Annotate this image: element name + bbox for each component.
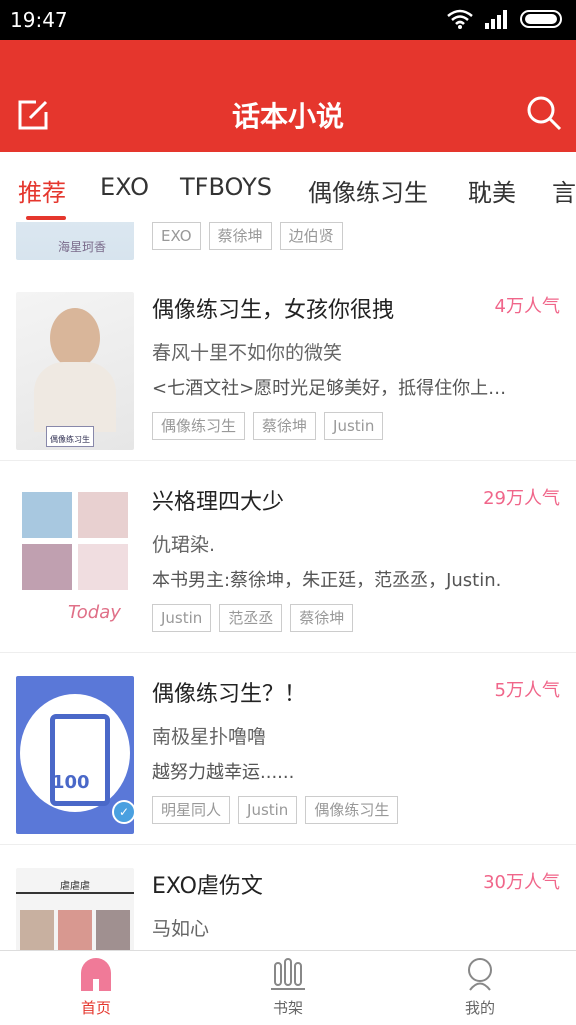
story-cover: 偶像练习生 xyxy=(16,292,134,450)
wifi-icon xyxy=(447,9,473,29)
story-cover: Today xyxy=(16,484,134,642)
status-icons xyxy=(446,8,566,30)
cover-text: 偶像练习生 xyxy=(50,435,90,444)
story-tag[interactable]: Justin xyxy=(238,796,298,824)
story-description: <七酒文社>愿时光足够美好，抵得住你上… xyxy=(152,378,507,399)
story-author: 仇珺染. xyxy=(152,534,216,556)
story-title: 偶像练习生？！ xyxy=(152,682,307,707)
tab-yan[interactable]: 言 xyxy=(552,173,576,208)
active-tab-indicator xyxy=(26,216,66,220)
nav-profile-label: 我的 xyxy=(464,999,495,1017)
story-card[interactable]: 偶像练习生 偶像练习生，女孩你很拽 4万人气 春风十里不如你的微笑 <七酒文社>… xyxy=(0,270,576,461)
story-tag[interactable]: EXO xyxy=(152,222,201,250)
story-popularity: 5万人气 xyxy=(494,680,560,701)
category-tabs: 推荐 EXO TFBOYS 偶像练习生 耽美 言 xyxy=(0,152,576,223)
story-title: EXO虐伤文 xyxy=(152,874,263,899)
nav-home-label: 首页 xyxy=(80,999,111,1017)
story-tag[interactable]: 偶像练习生 xyxy=(152,412,246,440)
story-card-partial[interactable]: 海星珂香 EXO 蔡徐坤 边伯贤 xyxy=(0,222,576,271)
cover-text: 100 xyxy=(52,772,90,793)
nav-home[interactable]: 首页 xyxy=(36,957,156,1018)
story-popularity: 30万人气 xyxy=(483,872,560,893)
story-popularity: 29万人气 xyxy=(483,488,560,509)
bottom-nav: 首页 书架 我的 xyxy=(0,950,576,1025)
nav-profile[interactable]: 我的 xyxy=(420,957,540,1018)
story-cover: 海星珂香 xyxy=(16,222,134,260)
story-description: 越努力越幸运...... xyxy=(152,762,295,783)
home-icon xyxy=(81,958,111,991)
story-tag[interactable]: 蔡徐坤 xyxy=(290,604,354,632)
story-tag[interactable]: 偶像练习生 xyxy=(305,796,399,824)
story-card[interactable]: Today 兴格理四大少 29万人气 仇珺染. 本书男主:蔡徐坤，朱正廷，范丞丞… xyxy=(0,462,576,653)
nav-bookshelf-label: 书架 xyxy=(272,999,303,1017)
story-cover: 虐虐虐 xyxy=(16,868,134,950)
tab-exo[interactable]: EXO xyxy=(100,173,149,201)
story-card[interactable]: 100 ✓ 偶像练习生？！ 5万人气 南极星扑噜噜 越努力越幸运...... 明… xyxy=(0,654,576,845)
verified-badge: ✓ xyxy=(112,800,134,824)
cover-text: Today xyxy=(68,602,121,623)
status-bar: 19:47 xyxy=(0,0,576,40)
tab-tfboys[interactable]: TFBOYS xyxy=(180,173,272,201)
story-popularity: 4万人气 xyxy=(494,296,560,317)
app-title: 话本小说 xyxy=(231,100,344,133)
status-time: 19:47 xyxy=(10,8,68,32)
story-cover: 100 ✓ xyxy=(16,676,134,834)
signal-icon xyxy=(485,10,507,29)
story-tag[interactable]: 明星同人 xyxy=(152,796,231,824)
story-tag[interactable]: 蔡徐坤 xyxy=(253,412,317,440)
battery-icon xyxy=(520,10,562,28)
story-author: 南极星扑噜噜 xyxy=(152,726,267,748)
bookshelf-icon xyxy=(271,958,305,990)
story-tag[interactable]: 范丞丞 xyxy=(219,604,283,632)
story-author: 马如心 xyxy=(152,918,210,940)
story-tag[interactable]: 蔡徐坤 xyxy=(208,222,272,250)
tab-danmei[interactable]: 耽美 xyxy=(468,173,516,208)
nav-bookshelf[interactable]: 书架 xyxy=(228,957,348,1018)
story-title: 兴格理四大少 xyxy=(152,490,285,515)
story-tag[interactable]: Justin xyxy=(324,412,384,440)
search-icon[interactable] xyxy=(526,95,562,131)
story-author: 春风十里不如你的微笑 xyxy=(152,342,343,364)
story-tag[interactable]: 边伯贤 xyxy=(279,222,343,250)
story-description: 本书男主:蔡徐坤，朱正廷，范丞丞，Justin. xyxy=(152,570,502,591)
app-bar: 话本小说 xyxy=(0,40,576,152)
cover-text: 海星珂香 xyxy=(58,240,107,254)
cover-text: 虐虐虐 xyxy=(60,881,90,892)
story-list: 海星珂香 EXO 蔡徐坤 边伯贤 偶像练习生 偶像练习生，女孩你很拽 4万人气 … xyxy=(0,222,576,950)
profile-icon xyxy=(468,958,492,991)
story-title: 偶像练习生，女孩你很拽 xyxy=(152,298,395,323)
story-card[interactable]: 虐虐虐 EXO虐伤文 30万人气 马如心 xyxy=(0,846,576,950)
story-tag[interactable]: Justin xyxy=(152,604,212,632)
tab-idol-trainee[interactable]: 偶像练习生 xyxy=(308,173,428,208)
tab-recommend[interactable]: 推荐 xyxy=(18,173,66,208)
